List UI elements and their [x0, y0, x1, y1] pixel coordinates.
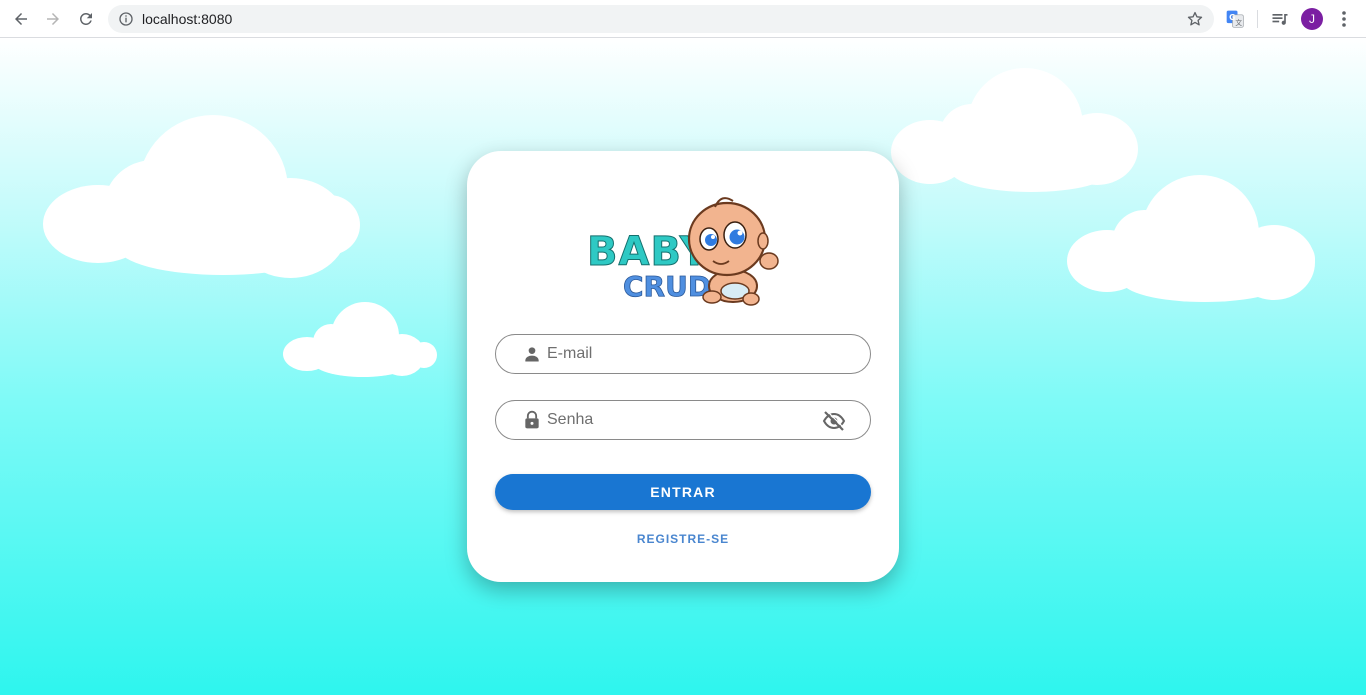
person-icon	[525, 347, 539, 362]
cloud-left-small	[283, 302, 443, 387]
arrow-right-icon	[47, 13, 59, 25]
svg-text:G: G	[1229, 13, 1235, 22]
login-card: BABY CRUD E-mail ENTRAR REGISTRE-SE	[467, 151, 899, 582]
playlist-icon[interactable]	[1270, 9, 1290, 29]
eye-off-icon[interactable]	[822, 410, 846, 432]
cloud-left-large	[43, 115, 363, 285]
translate-icon[interactable]: G 文	[1225, 9, 1245, 29]
reload-button[interactable]	[74, 7, 98, 31]
register-link[interactable]: REGISTRE-SE	[467, 532, 899, 546]
reload-icon	[79, 12, 92, 25]
toolbar-divider	[1257, 10, 1258, 28]
svg-text:文: 文	[1235, 18, 1242, 27]
login-button[interactable]: ENTRAR	[495, 474, 871, 510]
forward-button[interactable]	[41, 7, 65, 31]
email-field[interactable]	[495, 334, 871, 374]
arrow-left-icon	[15, 13, 27, 25]
password-field[interactable]	[495, 400, 871, 440]
url-text: localhost:8080	[142, 11, 233, 27]
cloud-right-bottom	[1067, 175, 1317, 305]
baby-crud-logo: BABY CRUD	[587, 197, 779, 306]
svg-text:CRUD: CRUD	[623, 270, 711, 303]
browser-toolbar: localhost:8080 G 文 J	[0, 0, 1366, 38]
profile-avatar[interactable]: J	[1301, 8, 1323, 30]
info-icon[interactable]	[118, 11, 134, 27]
more-options-icon[interactable]	[1336, 9, 1352, 29]
star-icon[interactable]	[1186, 10, 1204, 28]
lock-icon	[525, 410, 539, 429]
password-input[interactable]	[547, 409, 807, 431]
address-bar[interactable]: localhost:8080	[108, 5, 1214, 33]
back-button[interactable]	[9, 7, 33, 31]
email-input[interactable]	[547, 343, 807, 365]
page-background: BABY CRUD E-mail ENTRAR REGISTRE-SE	[0, 38, 1366, 695]
